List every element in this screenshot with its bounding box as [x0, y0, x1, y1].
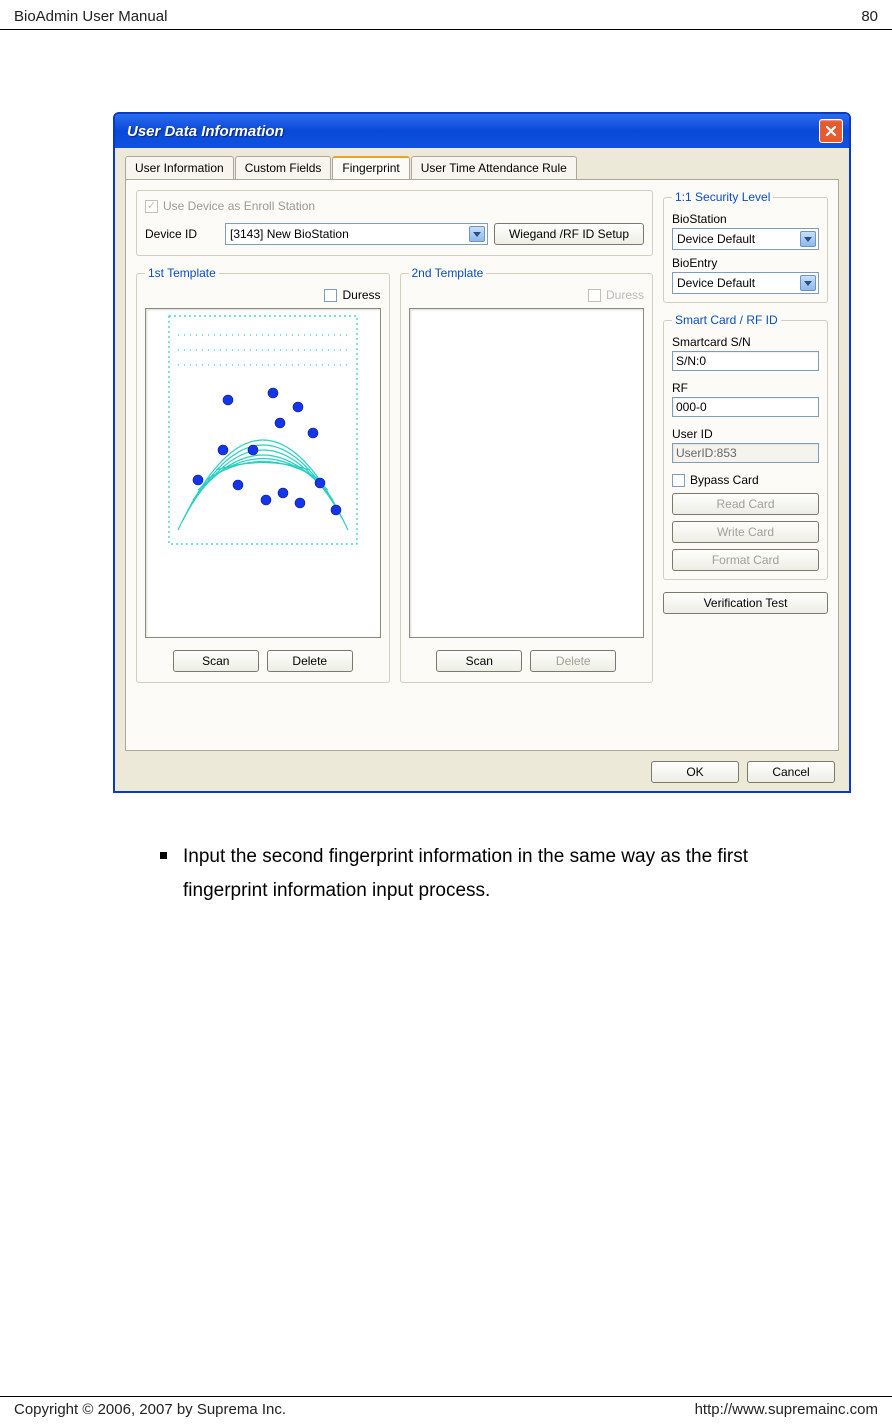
instruction-text: Input the second fingerprint information… — [183, 840, 822, 908]
close-icon — [825, 125, 837, 137]
second-duress-label: Duress — [606, 288, 644, 302]
instruction-paragraph: Input the second fingerprint information… — [160, 840, 822, 908]
bioentry-label: BioEntry — [672, 256, 819, 270]
bypass-card-label: Bypass Card — [690, 473, 759, 487]
bullet-icon — [160, 852, 167, 859]
write-card-button: Write Card — [672, 521, 819, 543]
copyright-text: Copyright © 2006, 2007 by Suprema Inc. — [14, 1401, 286, 1418]
wiegand-setup-button[interactable]: Wiegand /RF ID Setup — [494, 223, 644, 245]
rf-label: RF — [672, 381, 819, 395]
verification-test-button[interactable]: Verification Test — [663, 592, 828, 614]
first-template-group: 1st Template Duress — [136, 266, 390, 683]
first-duress-checkbox[interactable] — [324, 289, 337, 302]
enroll-station-label: Use Device as Enroll Station — [163, 199, 315, 213]
second-scan-button[interactable]: Scan — [436, 650, 522, 672]
userid-label: User ID — [672, 427, 819, 441]
page-number: 80 — [861, 8, 878, 25]
footer-url: http://www.supremainc.com — [695, 1401, 878, 1418]
fingerprint-icon — [168, 315, 358, 545]
close-button[interactable] — [819, 119, 843, 143]
security-level-legend: 1:1 Security Level — [672, 190, 773, 204]
second-fingerprint-preview — [409, 308, 645, 638]
read-card-button: Read Card — [672, 493, 819, 515]
chevron-down-icon — [800, 231, 816, 247]
first-scan-button[interactable]: Scan — [173, 650, 259, 672]
first-delete-button[interactable]: Delete — [267, 650, 353, 672]
bioentry-combo[interactable]: Device Default — [672, 272, 819, 294]
tab-user-information[interactable]: User Information — [125, 156, 234, 179]
first-fingerprint-preview — [145, 308, 381, 638]
tab-custom-fields[interactable]: Custom Fields — [235, 156, 332, 179]
user-data-dialog: User Data Information User Information C… — [113, 112, 851, 793]
chevron-down-icon — [800, 275, 816, 291]
manual-title: BioAdmin User Manual — [14, 8, 167, 25]
chevron-down-icon — [469, 226, 485, 242]
biostation-combo[interactable]: Device Default — [672, 228, 819, 250]
smartcard-sn-label: Smartcard S/N — [672, 335, 819, 349]
enroll-station-group: Use Device as Enroll Station Device ID [… — [136, 190, 653, 256]
format-card-button: Format Card — [672, 549, 819, 571]
userid-input — [672, 443, 819, 463]
ok-button[interactable]: OK — [651, 761, 739, 783]
enroll-station-checkbox[interactable] — [145, 200, 158, 213]
smartcard-legend: Smart Card / RF ID — [672, 313, 781, 327]
security-level-group: 1:1 Security Level BioStation Device Def… — [663, 190, 828, 303]
dialog-titlebar: User Data Information — [115, 114, 849, 148]
dialog-title: User Data Information — [127, 123, 284, 140]
device-id-combo[interactable]: [3143] New BioStation — [225, 223, 488, 245]
rf-input[interactable] — [672, 397, 819, 417]
biostation-label: BioStation — [672, 212, 819, 226]
device-id-value: [3143] New BioStation — [230, 227, 349, 241]
cancel-button[interactable]: Cancel — [747, 761, 835, 783]
smartcard-sn-input[interactable] — [672, 351, 819, 371]
first-duress-label: Duress — [342, 288, 380, 302]
tab-user-time-attendance-rule[interactable]: User Time Attendance Rule — [411, 156, 577, 179]
first-template-legend: 1st Template — [145, 266, 219, 280]
bypass-card-checkbox[interactable] — [672, 474, 685, 487]
tab-fingerprint[interactable]: Fingerprint — [332, 156, 409, 179]
second-template-group: 2nd Template Duress Scan Delete — [400, 266, 654, 683]
smartcard-group: Smart Card / RF ID Smartcard S/N RF User… — [663, 313, 828, 580]
device-id-label: Device ID — [145, 227, 219, 241]
second-delete-button: Delete — [530, 650, 616, 672]
tab-panel-fingerprint: Use Device as Enroll Station Device ID [… — [125, 179, 839, 751]
tab-bar: User Information Custom Fields Fingerpri… — [115, 148, 849, 179]
second-template-legend: 2nd Template — [409, 266, 487, 280]
second-duress-checkbox — [588, 289, 601, 302]
